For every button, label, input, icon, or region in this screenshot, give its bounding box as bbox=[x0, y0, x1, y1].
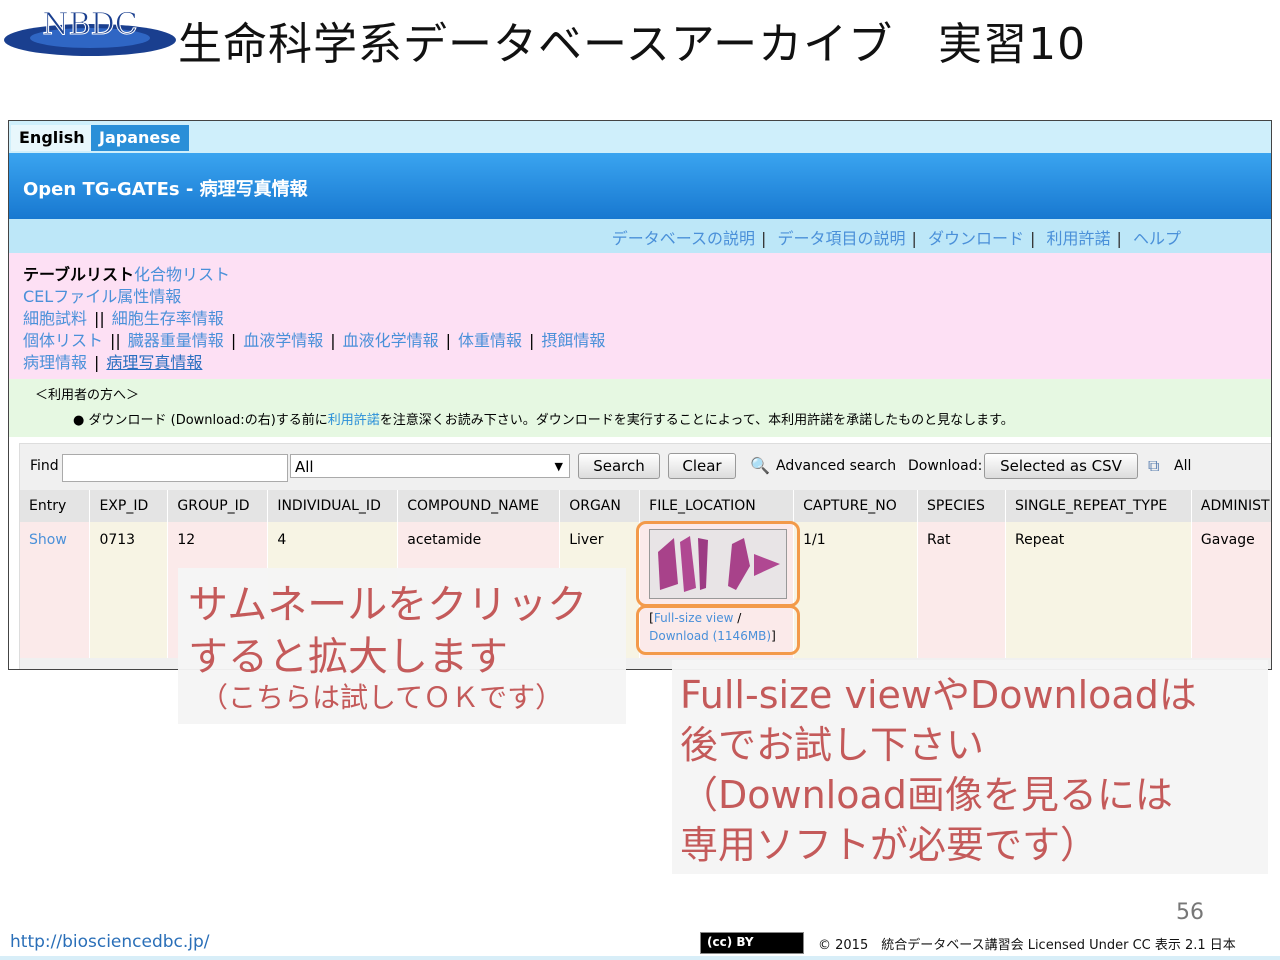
col-header-compound-name[interactable]: COMPOUND_NAME bbox=[397, 490, 561, 522]
col-header-capture-no[interactable]: CAPTURE_NO bbox=[793, 490, 919, 522]
find-label: Find bbox=[30, 458, 59, 474]
col-header-individual-id[interactable]: INDIVIDUAL_ID bbox=[267, 490, 399, 522]
download-all-link[interactable]: All bbox=[1174, 458, 1191, 474]
annotation-right-line4: 専用ソフトが必要です） bbox=[680, 823, 1099, 867]
highlight-file-links bbox=[636, 605, 800, 655]
link-pathology-photo[interactable]: 病理写真情報 bbox=[106, 353, 202, 372]
chevron-down-icon: ▼ bbox=[554, 460, 563, 473]
footer-copyright: © 2015 統合データベース講習会 Licensed Under CC 表示 … bbox=[818, 938, 1236, 953]
nav-download[interactable]: ダウンロード bbox=[928, 229, 1024, 248]
link-compound-list[interactable]: 化合物リスト bbox=[134, 265, 230, 284]
annotation-right-line3: （Download画像を見るには bbox=[680, 773, 1173, 817]
annotation-right: Full-size viewやDownloadは 後でお試し下さい （Downl… bbox=[672, 660, 1268, 874]
col-header-species[interactable]: SPECIES bbox=[917, 490, 1006, 522]
find-input[interactable] bbox=[62, 454, 288, 482]
nav-help[interactable]: ヘルプ bbox=[1133, 229, 1181, 248]
highlight-thumbnail bbox=[636, 521, 800, 607]
cell-administ: Gavage bbox=[1191, 522, 1271, 658]
nbdc-logo: NBDC bbox=[2, 4, 178, 66]
field-select-value: All bbox=[295, 458, 314, 476]
link-cel-file-info[interactable]: CELファイル属性情報 bbox=[23, 287, 181, 306]
lang-tab-japanese[interactable]: Japanese bbox=[91, 125, 189, 151]
app-banner: Open TG-GATEs - 病理写真情報 bbox=[9, 153, 1271, 219]
link-food-intake[interactable]: 摂餌情報 bbox=[541, 331, 605, 350]
lang-tab-english[interactable]: English bbox=[11, 125, 93, 151]
cell-capture-no: 1/1 bbox=[793, 522, 919, 658]
cc-badge-text: (cc) BY bbox=[707, 935, 754, 949]
col-header-organ[interactable]: ORGAN bbox=[559, 490, 641, 522]
cell-species: Rat bbox=[917, 522, 1006, 658]
col-header-file-location[interactable]: FILE_LOCATION bbox=[639, 490, 795, 522]
annotation-right-line1: Full-size viewやDownloadは bbox=[680, 673, 1197, 717]
cc-by-badge: (cc) BY bbox=[700, 932, 804, 954]
link-cell-viability[interactable]: 細胞生存率情報 bbox=[112, 309, 224, 328]
advanced-search-link[interactable]: Advanced search bbox=[776, 458, 896, 474]
col-header-group-id[interactable]: GROUP_ID bbox=[167, 490, 269, 522]
user-notice: ＜利用者の方へ＞ ● ダウンロード (Download:の右)する前に利用許諾を… bbox=[9, 379, 1271, 437]
logo-text: NBDC bbox=[42, 7, 137, 42]
bottom-rule bbox=[0, 956, 1280, 960]
download-label: Download: bbox=[908, 458, 983, 474]
slide-title: 生命科学系データベースアーカイブ 実習10 bbox=[178, 19, 1087, 70]
search-button[interactable]: Search bbox=[578, 453, 660, 479]
app-title: Open TG-GATEs - 病理写真情報 bbox=[23, 179, 308, 200]
copy-all-icon[interactable]: ⧉ bbox=[1148, 456, 1159, 476]
col-header-single-repeat-type[interactable]: SINGLE_REPEAT_TYPE bbox=[1005, 490, 1192, 522]
link-body-weight[interactable]: 体重情報 bbox=[458, 331, 522, 350]
annotation-right-line2: 後でお試し下さい bbox=[680, 723, 985, 767]
link-hematology[interactable]: 血液学情報 bbox=[243, 331, 323, 350]
col-header-exp-id[interactable]: EXP_ID bbox=[89, 490, 169, 522]
link-blood-chemistry[interactable]: 血液化学情報 bbox=[343, 331, 439, 350]
selected-as-csv-button[interactable]: Selected as CSV bbox=[984, 453, 1138, 479]
link-organ-weight[interactable]: 臓器重量情報 bbox=[128, 331, 224, 350]
notice-heading: ＜利用者の方へ＞ bbox=[35, 388, 140, 403]
notice-license-link[interactable]: 利用許諾 bbox=[328, 413, 380, 428]
magnifier-icon[interactable]: 🔍 bbox=[750, 456, 770, 475]
annotation-left: サムネールをクリック すると拡大します （こちらは試してＯＫです） bbox=[178, 568, 626, 724]
nav-item-description[interactable]: データ項目の説明 bbox=[777, 229, 905, 248]
page-number: 56 bbox=[1176, 900, 1204, 925]
link-pathology[interactable]: 病理情報 bbox=[23, 353, 87, 372]
notice-text-before: ダウンロード (Download:の右)する前に bbox=[88, 413, 328, 428]
cell-single-repeat-type: Repeat bbox=[1005, 522, 1192, 658]
cell-exp-id: 0713 bbox=[89, 522, 169, 658]
footer-url[interactable]: http://biosciencedbc.jp/ bbox=[10, 932, 210, 952]
table-list-label: テーブルリスト bbox=[23, 265, 135, 284]
clear-button[interactable]: Clear bbox=[668, 453, 736, 479]
col-header-administ[interactable]: ADMINIST bbox=[1191, 490, 1271, 522]
table-list-nav: テーブルリスト化合物リスト CELファイル属性情報 細胞試料 || 細胞生存率情報 … bbox=[9, 253, 1271, 379]
col-header-entry[interactable]: Entry bbox=[20, 490, 91, 522]
field-select[interactable]: All ▼ bbox=[290, 454, 570, 478]
show-entry-link[interactable]: Show bbox=[29, 532, 67, 548]
annotation-left-line1: サムネールをクリック bbox=[188, 582, 588, 628]
language-bar: English Japanese bbox=[9, 121, 1271, 153]
nav-license[interactable]: 利用許諾 bbox=[1046, 229, 1110, 248]
link-individual-list[interactable]: 個体リスト bbox=[23, 331, 103, 350]
notice-bullet: ● bbox=[73, 413, 85, 428]
table-header-row: Entry EXP_ID GROUP_ID INDIVIDUAL_ID COMP… bbox=[20, 490, 1271, 522]
nav-db-description[interactable]: データベースの説明 bbox=[612, 229, 755, 248]
annotation-left-line2: すると拡大します bbox=[188, 634, 508, 680]
notice-text-after: を注意深くお読み下さい。ダウンロードを実行することによって、本利用許諾を承諾した… bbox=[379, 413, 1014, 428]
link-cell-sample[interactable]: 細胞試料 bbox=[23, 309, 87, 328]
annotation-left-line3: （こちらは試してＯＫです） bbox=[200, 681, 564, 714]
top-nav: データベースの説明 | データ項目の説明 | ダウンロード | 利用許諾 | ヘルプ bbox=[9, 219, 1271, 253]
